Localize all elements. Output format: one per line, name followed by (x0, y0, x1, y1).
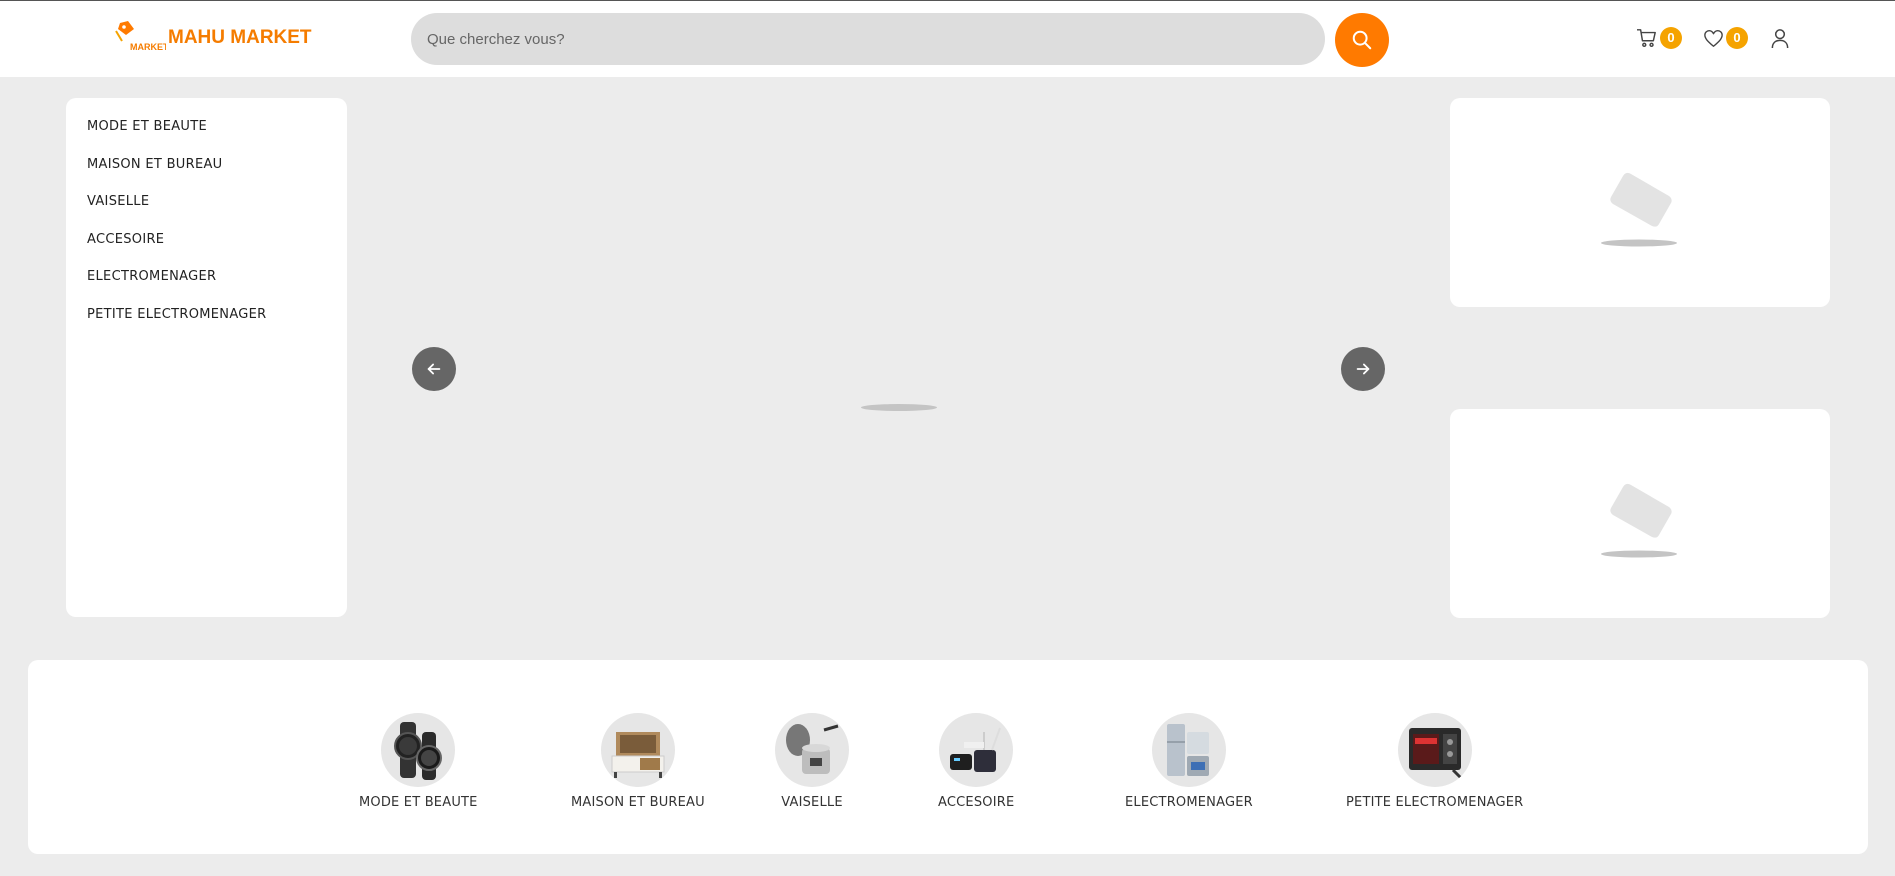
image-placeholder-icon (1601, 483, 1677, 558)
cart-icon (1637, 29, 1656, 47)
image-placeholder-icon (1601, 172, 1677, 247)
arrow-left-icon (427, 363, 441, 375)
slider-loading-placeholder (861, 404, 937, 411)
slider-prev-button[interactable] (412, 347, 456, 391)
brand-name: MAHU MARKET (168, 27, 312, 48)
category-label: PETITE ELECTROMENAGER (1346, 795, 1524, 810)
menu-item-accesoire[interactable]: ACCESOIRE (66, 229, 347, 267)
account-button[interactable] (1770, 28, 1790, 49)
heart-icon (1704, 29, 1723, 47)
watch-icon (381, 713, 456, 787)
site-header: MARKET MAHU MARKET 0 0 (0, 0, 1895, 77)
cart-button[interactable]: 0 (1636, 27, 1682, 49)
cart-count-badge: 0 (1660, 27, 1682, 49)
category-menu: MODE ET BEAUTE MAISON ET BUREAU VAISELLE… (66, 98, 347, 617)
category-strip: MODE ET BEAUTE MAISON ET BUREAU VAISELLE… (28, 660, 1868, 854)
category-label: ELECTROMENAGER (1125, 795, 1253, 810)
brand-logo[interactable]: MARKET MAHU MARKET (108, 17, 318, 61)
category-vaiselle[interactable]: VAISELLE (775, 713, 849, 810)
category-electromenager[interactable]: ELECTROMENAGER (1125, 713, 1253, 810)
user-icon (1771, 29, 1789, 49)
menu-item-petite-electromenager[interactable]: PETITE ELECTROMENAGER (66, 304, 347, 342)
category-petite-electromenager[interactable]: PETITE ELECTROMENAGER (1346, 713, 1523, 810)
menu-item-electromenager[interactable]: ELECTROMENAGER (66, 266, 347, 304)
category-label: MODE ET BEAUTE (359, 795, 478, 810)
router-icon (939, 713, 1014, 787)
category-label: VAISELLE (781, 795, 843, 810)
search-button[interactable] (1335, 13, 1389, 67)
arrow-right-icon (1356, 363, 1370, 375)
search-input[interactable] (411, 13, 1325, 65)
category-maison-et-bureau[interactable]: MAISON ET BUREAU (571, 713, 705, 810)
svg-text:MARKET: MARKET (130, 42, 166, 52)
category-label: ACCESOIRE (938, 795, 1015, 810)
wishlist-button[interactable]: 0 (1703, 27, 1748, 49)
menu-item-vaiselle[interactable]: VAISELLE (66, 191, 347, 229)
search-icon (1352, 30, 1372, 50)
promo-banner-bottom[interactable] (1450, 409, 1830, 618)
hero-slider (403, 98, 1404, 617)
category-mode-et-beaute[interactable]: MODE ET BEAUTE (359, 713, 478, 810)
furniture-icon (600, 713, 675, 787)
oven-icon (1397, 713, 1472, 787)
promo-banner-top[interactable] (1450, 98, 1830, 307)
menu-item-mode-et-beaute[interactable]: MODE ET BEAUTE (66, 116, 347, 154)
fridge-icon (1151, 713, 1226, 787)
wishlist-count-badge: 0 (1726, 27, 1748, 49)
category-label: MAISON ET BUREAU (571, 795, 705, 810)
slider-next-button[interactable] (1341, 347, 1385, 391)
category-accesoire[interactable]: ACCESOIRE (938, 713, 1014, 810)
cookware-icon (775, 713, 849, 787)
logo-tag-icon: MARKET (115, 21, 166, 52)
menu-item-maison-et-bureau[interactable]: MAISON ET BUREAU (66, 154, 347, 192)
